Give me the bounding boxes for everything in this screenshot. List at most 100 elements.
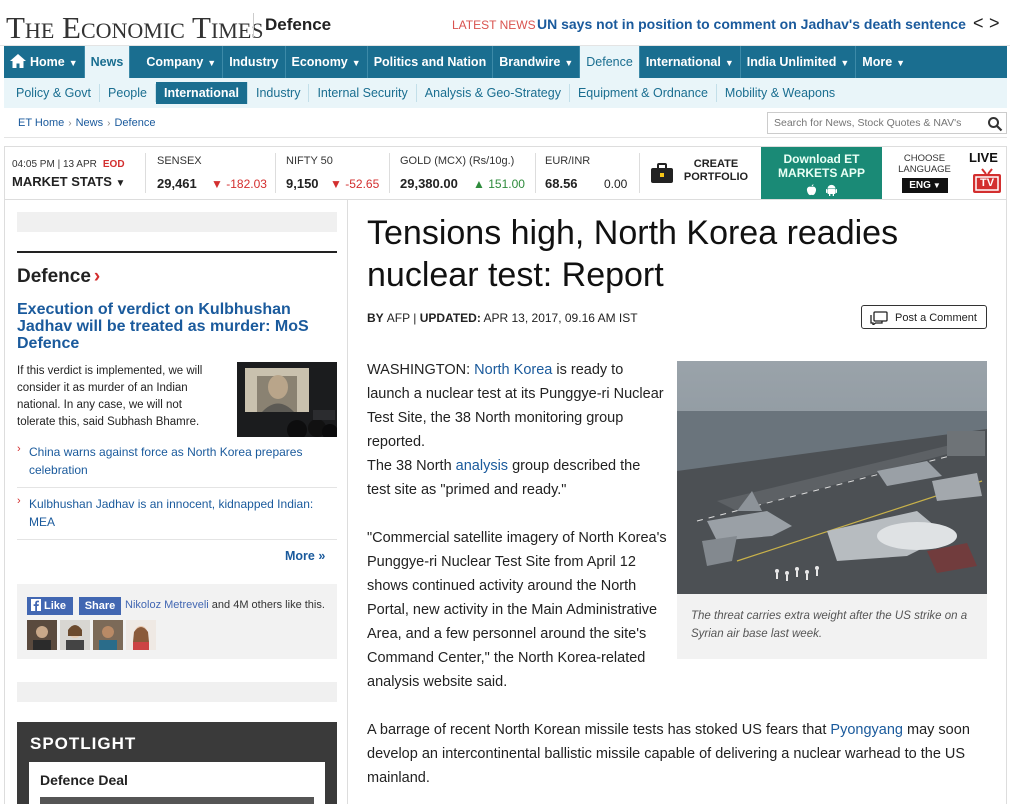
subnav-equipment[interactable]: Equipment & Ordnance [570, 84, 717, 102]
article-figure: The threat carries extra weight after th… [677, 361, 987, 659]
market-item-value: 68.56 [545, 176, 578, 191]
market-item-change: ▲ 151.00 [473, 177, 525, 191]
latest-news-headline[interactable]: UN says not in position to comment on Ja… [537, 16, 966, 32]
market-item-value: 29,461 [157, 176, 197, 191]
chevron-right-icon: › [17, 443, 21, 455]
portfolio-line-2: PORTFOLIO [683, 171, 749, 183]
nav-politics[interactable]: Politics and Nation [368, 46, 494, 78]
breadcrumb-row: ET Home › News › Defence [4, 108, 1007, 138]
down-arrow-icon: ▼ [330, 177, 342, 191]
main-nav: Home ▼ News Company ▼ Industry Economy ▼ Po… [4, 46, 1007, 78]
nav-india-unlimited[interactable]: India Unlimited ▼ [741, 46, 857, 78]
breadcrumb-defence[interactable]: Defence [114, 117, 155, 129]
article-byline: BY AFP | UPDATED: APR 13, 2017, 09.16 AM… [367, 311, 638, 325]
nav-defence[interactable]: Defence [580, 46, 640, 78]
subnav-internal-security[interactable]: Internal Security [309, 84, 417, 102]
subnav-people[interactable]: People [100, 84, 156, 102]
market-item-value: 29,380.00 [400, 176, 458, 191]
chevron-down-icon: ▼ [207, 58, 217, 68]
facebook-friend-name[interactable]: Nikoloz Metreveli [125, 599, 209, 611]
facebook-like-button[interactable]: Like [27, 597, 73, 615]
download-app-button[interactable]: Download ET MARKETS APP [761, 147, 882, 199]
subnav-policy-govt[interactable]: Policy & Govt [8, 84, 101, 102]
download-app-line-2: MARKETS APP [778, 166, 865, 180]
language-select[interactable]: ENG ▼ [902, 178, 948, 193]
avatar[interactable] [93, 620, 123, 650]
sidebar-lead-headline[interactable]: Execution of verdict on Kulbhushan Jadha… [17, 301, 327, 352]
related-story-link[interactable]: China warns against force as North Korea… [29, 443, 337, 479]
search-icon[interactable] [987, 116, 1003, 132]
subnav-mobility[interactable]: Mobility & Weapons [717, 84, 843, 102]
facebook-like-label: Like [44, 600, 67, 612]
subnav-international[interactable]: International [155, 82, 248, 104]
create-portfolio-button[interactable]: CREATE PORTFOLIO [645, 147, 760, 199]
lang-line-2: LANGUAGE [898, 164, 951, 175]
nav-india-unlimited-label: India Unlimited [746, 55, 837, 69]
nav-company[interactable]: Company ▼ [130, 46, 224, 78]
aircraft-carrier-photo[interactable] [677, 361, 987, 594]
facebook-share-button[interactable]: Share [79, 597, 121, 615]
market-item-change: ▼ -182.03 [211, 177, 267, 191]
inline-link[interactable]: North Korea [474, 362, 552, 378]
sidebar-lead-thumbnail[interactable] [237, 362, 337, 437]
related-story[interactable]: › China warns against force as North Kor… [17, 443, 337, 488]
site-logo[interactable]: The Economic Times [6, 10, 264, 46]
nav-news[interactable]: News [84, 46, 131, 78]
divider [275, 153, 276, 193]
chevron-down-icon: ▼ [68, 58, 78, 68]
choose-language[interactable]: CHOOSE LANGUAGE ENG ▼ [887, 147, 962, 199]
sidebar-lead-text: If this verdict is implemented, we will … [17, 365, 203, 428]
market-item-change-value: 0.00 [604, 177, 628, 191]
avatar[interactable] [60, 620, 90, 650]
article: Tensions high, North Korea readies nucle… [348, 200, 1007, 804]
nav-brandwire-label: Brandwire [499, 55, 561, 69]
inline-link[interactable]: analysis [456, 458, 508, 474]
prev-news-button[interactable]: < [973, 13, 984, 34]
article-body: The threat carries extra weight after th… [367, 358, 987, 804]
nav-economy-label: Economy [291, 55, 348, 69]
spotlight-card-title[interactable]: Defence Deal [40, 772, 128, 788]
next-news-button[interactable]: > [989, 13, 1000, 34]
more-link[interactable]: More » [285, 549, 325, 563]
inline-link[interactable]: Pyongyang [830, 722, 903, 738]
avatar[interactable] [126, 620, 156, 650]
breadcrumb-et-home[interactable]: ET Home [18, 117, 64, 129]
market-time: 04:05 PM | 13 APR EOD [12, 159, 125, 170]
avatar[interactable] [27, 620, 57, 650]
post-comment-button[interactable]: Post a Comment [861, 305, 987, 329]
byline-source[interactable]: AFP [387, 311, 410, 325]
related-story-link[interactable]: Kulbhushan Jadhav is an innocent, kidnap… [29, 495, 337, 531]
ad-placeholder [17, 212, 337, 232]
chevron-down-icon: ▼ [115, 178, 126, 189]
market-stats-dropdown[interactable]: MARKET STATS ▼ [12, 174, 125, 189]
sidebar-section-header[interactable]: Defence › [17, 251, 337, 288]
subnav-analysis[interactable]: Analysis & Geo-Strategy [417, 84, 570, 102]
nav-defence-label: Defence [586, 55, 633, 69]
briefcase-icon [651, 163, 673, 183]
up-arrow-icon: ▲ [473, 177, 485, 191]
related-story[interactable]: › Kulbhushan Jadhav is an innocent, kidn… [17, 495, 337, 540]
search-input[interactable] [768, 113, 982, 133]
nav-more[interactable]: More ▼ [856, 46, 911, 78]
live-tv-button[interactable]: LIVE TV [967, 147, 1007, 199]
nav-industry[interactable]: Industry [223, 46, 286, 78]
breadcrumb: ET Home › News › Defence [18, 117, 155, 129]
nav-brandwire[interactable]: Brandwire ▼ [493, 46, 581, 78]
chevron-down-icon: ▼ [840, 58, 850, 68]
divider [639, 153, 640, 193]
lang-line-1: CHOOSE [903, 153, 946, 164]
market-item-label: NIFTY 50 [286, 155, 333, 167]
byline-date: APR 13, 2017, 09.16 AM IST [480, 311, 638, 325]
spotlight-card[interactable]: Defence Deal [29, 762, 325, 804]
nav-economy[interactable]: Economy ▼ [286, 46, 368, 78]
subnav-industry[interactable]: Industry [248, 84, 310, 102]
live-label: LIVE [969, 150, 998, 165]
byline-prefix: BY [367, 311, 387, 325]
chevron-down-icon: ▼ [351, 58, 361, 68]
chevron-down-icon: ▼ [932, 181, 941, 190]
section-title[interactable]: Defence [265, 15, 331, 35]
nav-international[interactable]: International ▼ [640, 46, 741, 78]
nav-home[interactable]: Home ▼ [4, 46, 85, 78]
paragraph-text: The 38 North [367, 458, 456, 474]
breadcrumb-news[interactable]: News [76, 117, 104, 129]
